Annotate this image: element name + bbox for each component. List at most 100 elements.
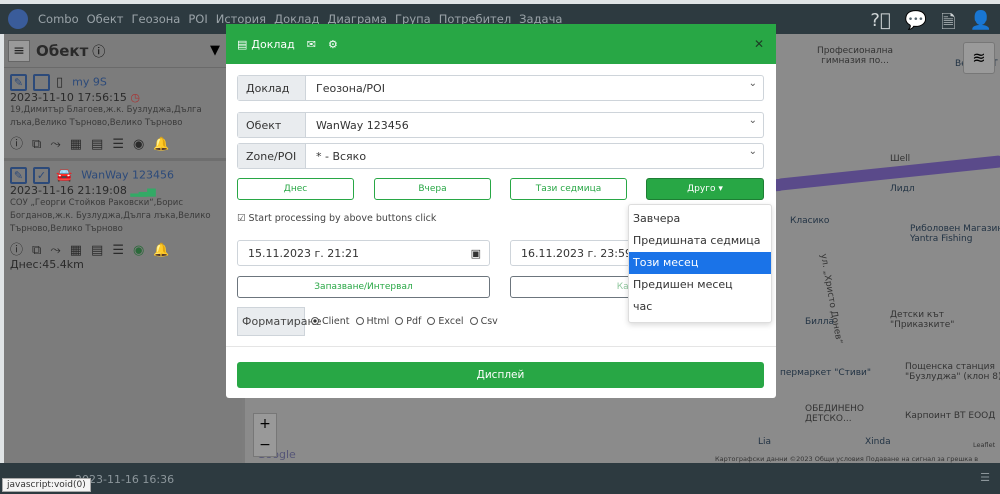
map-label: Риболовен Магазин Yantra Fishing	[910, 224, 1000, 244]
report-label: Доклад	[238, 76, 306, 100]
help-icon[interactable]: ⓘ	[92, 41, 105, 60]
info-icon[interactable]: ⓘ	[10, 239, 23, 258]
object-name[interactable]: my 9S	[72, 76, 107, 89]
app-logo[interactable]	[8, 9, 28, 29]
format-excel-radio[interactable]	[427, 317, 436, 325]
nav-poi[interactable]: POI	[188, 12, 207, 26]
format-client-radio[interactable]	[311, 317, 319, 325]
nav-object[interactable]: Обект	[87, 12, 124, 26]
object-select[interactable]: Обект WanWay 123456	[237, 112, 764, 138]
map-label: Пощенска станция "Бузлуджа" (клон 8)	[905, 362, 1000, 382]
route-icon[interactable]: ⤳	[50, 243, 60, 258]
this-week-button[interactable]: Тази седмица	[510, 178, 627, 200]
bottom-bar: 2023-11-16 16:36 ☰	[0, 463, 1000, 494]
today-button[interactable]: Днес	[237, 178, 354, 200]
sidebar-title: Обект	[36, 41, 89, 60]
format-pdf-radio[interactable]	[395, 317, 404, 325]
phone-icon: ▯	[56, 74, 64, 90]
menu-item-previous-week[interactable]: Предишната седмица	[629, 230, 771, 252]
close-button[interactable]: ✕	[754, 37, 764, 51]
object-card[interactable]: ✎ ▯ my 9S 2023-11-10 17:56:15 ◷ 19,Димитър…	[4, 68, 242, 161]
document-icon[interactable]: ▤	[91, 243, 103, 258]
edit-icon[interactable]: ✎	[10, 74, 27, 91]
list-icon[interactable]: ☰	[112, 137, 124, 152]
settings-icon[interactable]: ⚙	[328, 38, 338, 51]
menu-item-day-before-yesterday[interactable]: Завчера	[629, 208, 771, 230]
format-csv-radio[interactable]	[469, 317, 478, 325]
menu-item-this-month[interactable]: Този месец	[629, 252, 771, 274]
zone-value[interactable]: * - Всяко	[306, 144, 763, 168]
map-label: ул. „Христо Донев“	[817, 252, 844, 346]
eye-icon[interactable]: ◉	[133, 137, 144, 152]
map-label: Професионална гимназия по...	[816, 46, 894, 66]
report-icon: ▤	[237, 37, 248, 51]
map-label: Класико	[790, 216, 830, 226]
object-value[interactable]: WanWay 123456	[306, 113, 763, 137]
zone-select[interactable]: Zone/POI * - Всяко	[237, 143, 764, 169]
email-icon[interactable]: ✉	[307, 38, 316, 51]
other-dropdown-button[interactable]: Друго ▾	[646, 178, 764, 200]
object-time: 2023-11-16 21:19:08	[10, 184, 127, 197]
report-select[interactable]: Доклад Геозона/POI	[237, 75, 764, 101]
zoom-out-button[interactable]: −	[254, 435, 276, 456]
map-label: Лидл	[890, 184, 915, 194]
list-icon[interactable]: ☰	[980, 471, 990, 484]
map-icon[interactable]: ▦	[70, 243, 82, 258]
zoom-in-button[interactable]: +	[254, 414, 276, 435]
clock-icon: ◷	[130, 91, 140, 104]
car-icon: 🚘	[56, 167, 73, 183]
menu-button[interactable]: ≡	[8, 39, 30, 62]
format-group: Форматиране Client Html Pdf Excel Csv	[237, 306, 498, 336]
map-label: Билла	[805, 317, 835, 327]
object-card[interactable]: ✎ ✓ 🚘 WanWay 123456 2023-11-16 21:19:08 ▂▃▅…	[4, 161, 242, 277]
filter-icon[interactable]: ▼	[210, 43, 220, 58]
start-processing-checkbox[interactable]: ☑ Start processing by above buttons clic…	[237, 213, 436, 224]
map-label: Детски кът "Приказките"	[890, 310, 955, 330]
object-address: СОУ „Георги Стойков Раковски“,Борис Богд…	[10, 198, 211, 234]
bell-icon[interactable]: 🔔	[153, 137, 169, 152]
yesterday-button[interactable]: Вчера	[374, 178, 491, 200]
format-label: Форматиране	[237, 306, 321, 336]
object-sidebar: ≡ Обект ⓘ ▼ ✎ ▯ my 9S 2023-11-10 17:56:15 ◷ 1…	[0, 34, 242, 463]
eye-icon[interactable]: ◉	[133, 243, 144, 258]
bell-icon[interactable]: 🔔	[153, 243, 169, 258]
document-icon[interactable]: ▤	[91, 137, 103, 152]
from-date-input[interactable]: 15.11.2023 г. 21:21 ▣	[237, 240, 490, 266]
select-checkbox[interactable]	[33, 74, 50, 91]
map-icon[interactable]: ▦	[70, 137, 82, 152]
signal-icon: ▂▃▅	[130, 184, 156, 197]
map-label: Xinda	[865, 437, 891, 447]
report-value[interactable]: Геозона/POI	[306, 76, 763, 100]
menu-item-hour[interactable]: час	[629, 296, 771, 318]
list-icon[interactable]: ☰	[112, 243, 124, 258]
dialog-header: ▤ Доклад ✉ ⚙ ✕	[226, 24, 776, 64]
select-checkbox[interactable]: ✓	[33, 167, 50, 184]
route-icon[interactable]: ⤳	[50, 137, 60, 152]
map-label: пермаркет "Стиви"	[780, 368, 872, 378]
link-tooltip: javascript:void(0)	[2, 478, 91, 492]
nav-combo[interactable]: Combo	[38, 12, 79, 26]
format-html-radio[interactable]	[355, 317, 364, 325]
layers-button[interactable]: ≋	[963, 42, 995, 74]
divider	[226, 346, 776, 347]
leaflet-link[interactable]: Leaflet	[973, 441, 995, 449]
display-button[interactable]: Дисплей	[237, 362, 764, 388]
info-icon[interactable]: ⓘ	[10, 133, 23, 152]
map-label: Lia	[758, 437, 772, 447]
menu-item-previous-month[interactable]: Предишен месец	[629, 274, 771, 296]
save-interval-button[interactable]: Запазване/Интервал	[237, 276, 490, 298]
other-dropdown-menu: Завчера Предишната седмица Този месец Пр…	[628, 204, 772, 323]
checkbox-label: Start processing by above buttons click	[248, 213, 437, 224]
zoom-control: + −	[253, 413, 277, 457]
object-name[interactable]: WanWay 123456	[81, 169, 174, 182]
copy-icon[interactable]: ⧉	[32, 243, 41, 258]
zone-label: Zone/POI	[238, 144, 306, 168]
object-address: 19,Димитър Благоев,ж.к. Бузлуджа,Дълга л…	[10, 105, 202, 128]
dialog-title: Доклад	[251, 37, 295, 51]
calendar-icon[interactable]: ▣	[471, 247, 481, 260]
copy-icon[interactable]: ⧉	[32, 137, 41, 152]
map-label: ОБЕДИНЕНО ДЕТСКО...	[805, 404, 865, 424]
nav-geozone[interactable]: Геозона	[131, 12, 180, 26]
edit-icon[interactable]: ✎	[10, 167, 27, 184]
object-time: 2023-11-10 17:56:15	[10, 91, 127, 104]
